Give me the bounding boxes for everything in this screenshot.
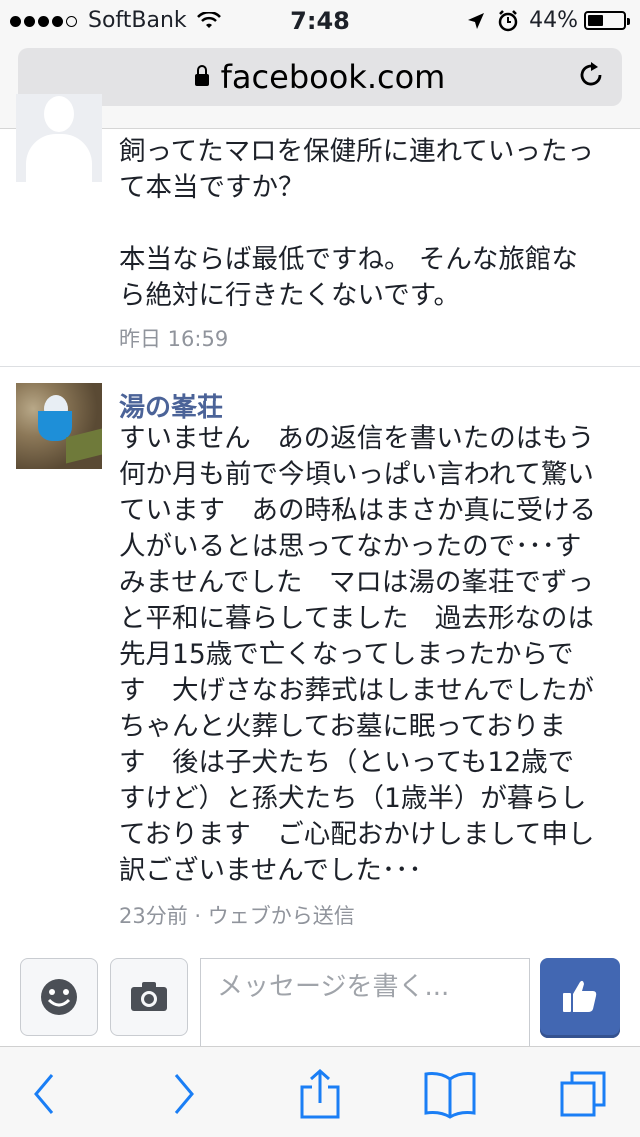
back-arrow-icon[interactable] <box>20 1069 76 1119</box>
battery-icon <box>584 11 630 30</box>
emoji-button[interactable] <box>20 958 98 1036</box>
comment-author[interactable]: 湯の峯荘 <box>119 387 223 424</box>
camera-icon <box>131 982 167 1011</box>
avatar[interactable] <box>16 383 102 469</box>
lock-icon <box>194 65 209 86</box>
battery-percentage: 44% <box>529 8 578 33</box>
tabs-icon[interactable] <box>556 1069 612 1119</box>
bookmarks-icon[interactable] <box>422 1069 478 1119</box>
avatar[interactable] <box>16 94 102 182</box>
status-bar: SoftBank 7:48 44% <box>0 0 640 40</box>
smiley-icon <box>41 979 77 1015</box>
thumbs-up-icon <box>563 980 597 1012</box>
comment-composer <box>0 950 640 1054</box>
like-button[interactable] <box>540 958 620 1038</box>
address-bar[interactable]: facebook.com <box>18 48 622 106</box>
comment-timestamp[interactable]: 23分前 · ウェブから送信 <box>119 900 355 930</box>
browser-toolbar <box>0 1046 640 1137</box>
forward-arrow-icon[interactable] <box>154 1069 210 1119</box>
reload-icon[interactable] <box>576 60 606 90</box>
share-icon[interactable] <box>292 1069 348 1119</box>
location-arrow-icon <box>468 12 485 29</box>
message-input[interactable] <box>215 971 519 1003</box>
comment-item: 飼ってたマロを保健所に連れていったっ て本当ですか？ 本当ならば最低ですね。 そ… <box>0 94 640 368</box>
message-field[interactable] <box>200 958 530 1054</box>
comment-text: すいません あの返信を書いたのはもう 何か月も前で今頃いっぱい言われて驚い てい… <box>119 423 596 886</box>
alarm-clock-icon <box>498 9 518 31</box>
url-text: facebook.com <box>220 58 446 96</box>
comment-item: 湯の峯荘 すいません あの返信を書いたのはもう 何か月も前で今頃いっぱい言われて… <box>0 367 640 947</box>
battery-level-fill <box>588 15 603 26</box>
photo-button[interactable] <box>110 958 188 1036</box>
comment-text: 飼ってたマロを保健所に連れていったっ て本当ですか？ 本当ならば最低ですね。 そ… <box>119 136 594 311</box>
comment-timestamp[interactable]: 昨日 16:59 <box>119 323 228 353</box>
